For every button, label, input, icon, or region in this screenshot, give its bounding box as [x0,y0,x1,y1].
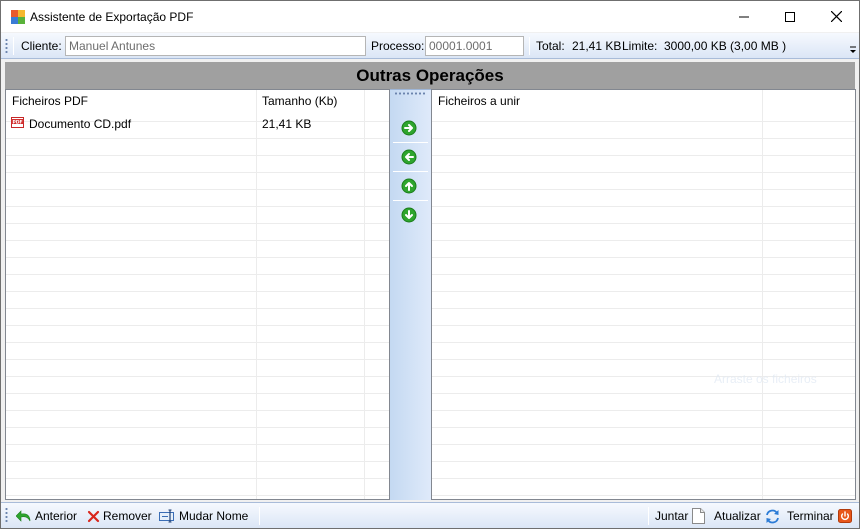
previous-button[interactable]: Anterior [16,507,77,525]
pdf-file-icon: PDF [11,117,24,128]
finish-button[interactable]: Terminar [787,507,852,525]
process-field[interactable] [425,36,524,56]
window-title: Assistente de Exportação PDF [30,10,194,24]
toolbar-overflow-button[interactable] [848,43,858,57]
title-bar: Assistente de Exportação PDF [1,1,859,32]
maximize-button[interactable] [767,1,813,32]
close-button[interactable] [813,1,859,32]
client-label: Cliente: [21,39,62,53]
column-divider [762,90,763,499]
refresh-button[interactable]: Atualizar [714,507,780,525]
refresh-icon [765,509,779,523]
files-to-join-list[interactable]: Ficheiros a unir [431,89,856,500]
transfer-toolbar [390,89,431,500]
column-divider [364,90,365,499]
total-label: Total: [536,39,565,53]
column-header-pdf-files[interactable]: Ficheiros PDF [12,94,88,108]
move-down-button[interactable] [401,207,417,223]
close-icon [830,11,842,22]
column-header-size[interactable]: Tamanho (Kb) [262,94,337,108]
rename-label: Mudar Nome [179,509,249,523]
column-divider [256,90,257,499]
limit-value: 3000,00 KB (3,00 MB ) [664,39,787,53]
minimize-button[interactable] [721,1,767,32]
remove-button[interactable]: Remover [87,507,152,525]
export-wizard-window: Assistente de Exportação PDF Cliente: Pr… [0,0,860,529]
toolbar-separator [529,37,530,55]
list-gridlines [432,105,855,499]
info-toolbar: Cliente: Processo: Total: 21,41 KB Limit… [1,33,859,59]
svg-text:PDF: PDF [12,119,22,125]
actions-toolbar: Anterior Remover Mudar Nome Juntar Atual… [1,502,859,528]
toolbar-separator [393,200,428,201]
column-header-files-to-join[interactable]: Ficheiros a unir [438,94,520,108]
drop-hint-text: Arraste os ficheiros [714,372,817,386]
finish-label: Terminar [787,509,834,523]
arrow-up-icon [401,178,417,194]
remove-label: Remover [103,509,152,523]
document-icon [692,508,706,524]
join-button[interactable]: Juntar [655,507,706,525]
toolbar-separator [259,507,260,525]
rename-icon [159,509,174,523]
remove-x-icon [87,510,100,522]
rename-button[interactable]: Mudar Nome [159,507,248,525]
previous-label: Anterior [35,509,78,523]
pdf-files-list[interactable]: Ficheiros PDF Tamanho (Kb) PDF Documento… [5,89,390,500]
toolbar-grip[interactable] [394,92,426,95]
maximize-icon [785,11,795,22]
limit-label: Limite: [622,39,658,53]
arrow-down-icon [401,207,417,223]
client-field[interactable] [65,36,366,56]
move-left-button[interactable] [401,149,417,165]
toolbar-separator [393,142,428,143]
total-value: 21,41 KB [572,39,622,53]
refresh-label: Atualizar [714,509,761,523]
process-label: Processo: [371,39,425,53]
toolbar-separator [393,171,428,172]
toolbar-grip[interactable] [5,38,8,54]
toolbar-grip[interactable] [5,507,8,523]
file-size: 21,41 KB [262,117,312,131]
toolbar-separator [13,37,14,55]
toolbar-separator [648,507,649,525]
app-icon [11,10,25,24]
list-item[interactable]: PDF Documento CD.pdf 21,41 KB [6,115,389,131]
move-right-button[interactable] [401,120,417,136]
section-title: Outras Operações [5,62,855,89]
chevron-down-icon [850,46,856,53]
arrow-right-icon [401,120,417,136]
undo-arrow-icon [16,510,31,522]
move-up-button[interactable] [401,178,417,194]
power-icon [837,509,852,523]
file-name: Documento CD.pdf [29,117,132,131]
join-label: Juntar [655,509,689,523]
minimize-icon [739,16,749,17]
arrow-left-icon [401,149,417,165]
list-gridlines [6,105,389,499]
